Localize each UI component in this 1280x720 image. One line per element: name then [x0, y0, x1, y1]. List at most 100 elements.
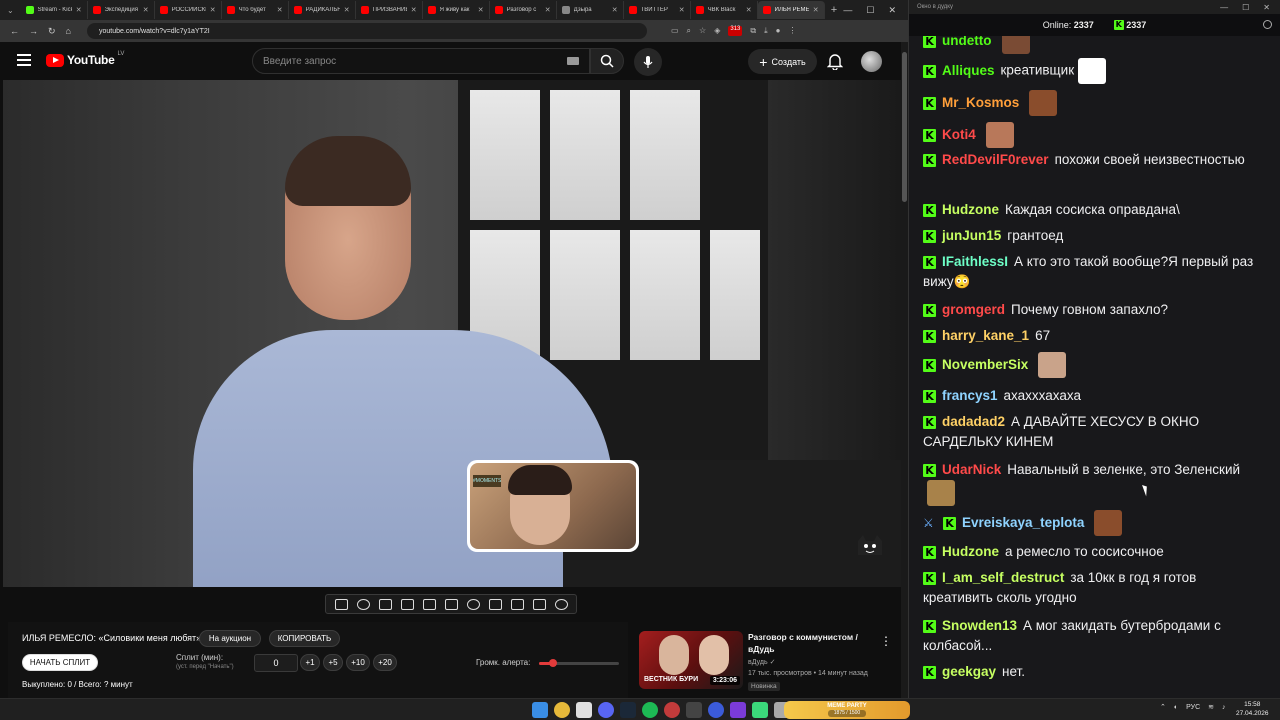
chrome-icon[interactable]: [554, 702, 570, 718]
slider-knob[interactable]: [549, 659, 558, 667]
menu-dots-icon[interactable]: ⋮: [788, 26, 796, 36]
maximize-icon[interactable]: ☐: [1242, 3, 1249, 12]
app-icon[interactable]: [730, 702, 746, 718]
create-button[interactable]: + Создать: [748, 49, 817, 74]
hamburger-menu-icon[interactable]: [17, 54, 31, 66]
tab-close-icon[interactable]: ✕: [76, 6, 82, 14]
recommended-video[interactable]: ВЕСТНИК БУРИ 3:23:06 Разговор с коммунис…: [639, 628, 895, 694]
app-icon[interactable]: [664, 702, 680, 718]
record-icon[interactable]: [378, 598, 392, 610]
notifications-bell-icon[interactable]: [827, 52, 843, 70]
tab-close-icon[interactable]: ✕: [143, 6, 149, 14]
chat-username[interactable]: NovemberSix: [942, 357, 1028, 372]
new-tab-button[interactable]: +: [825, 4, 844, 16]
chat-username[interactable]: Mr_Kosmos: [942, 95, 1019, 110]
loop-icon[interactable]: [334, 598, 348, 610]
alert-volume-slider[interactable]: [539, 659, 619, 667]
search-button[interactable]: [590, 48, 624, 74]
download-icon[interactable]: ⤓: [764, 26, 768, 36]
browser-tab[interactable]: ИЛЬЯ РЕМЕСЛО ✕: [757, 1, 825, 19]
account-avatar[interactable]: [861, 51, 882, 72]
tab-close-icon[interactable]: ✕: [478, 6, 484, 14]
chat-username[interactable]: harry_kane_1: [942, 328, 1029, 343]
chat-username[interactable]: IFaithlessI: [942, 254, 1008, 269]
browser-tab[interactable]: Stream - Kick ✕: [21, 1, 88, 19]
voice-search-button[interactable]: [634, 48, 662, 76]
browser-tab[interactable]: РАДИКАЛЬНЫЙ ✕: [289, 1, 356, 19]
browser-tab[interactable]: РОССИЙСКИЙ ✕: [155, 1, 222, 19]
on-auction-button[interactable]: На аукцион: [199, 630, 261, 647]
chat-username[interactable]: junJun15: [942, 228, 1001, 243]
meme-party-widget[interactable]: MEME PARTY 1875 / 1500: [784, 701, 910, 719]
extension-icon[interactable]: ◈: [714, 26, 720, 36]
chat-username[interactable]: dadadad2: [942, 414, 1005, 429]
close-icon[interactable]: ✕: [888, 5, 896, 16]
browser-tab[interactable]: Разговор с ✕: [490, 1, 557, 19]
chat-username[interactable]: geekgay: [942, 664, 996, 679]
tab-close-icon[interactable]: ✕: [277, 6, 283, 14]
browser-tab[interactable]: Я живу как ✕: [423, 1, 490, 19]
start-split-button[interactable]: НАЧАТЬ СПЛИТ: [22, 654, 98, 671]
chat-username[interactable]: francys1: [942, 388, 998, 403]
cast-icon[interactable]: ▭: [671, 26, 679, 36]
broadcast-icon[interactable]: [356, 598, 370, 610]
network-icon[interactable]: ◐: [1174, 704, 1178, 711]
speed-icon[interactable]: [466, 598, 480, 610]
browser-tab[interactable]: Что будет ✕: [222, 1, 289, 19]
puzzle-icon[interactable]: ⧉: [750, 26, 756, 36]
chat-username[interactable]: Evreiskaya_teplota: [962, 515, 1084, 530]
keyboard-icon[interactable]: [567, 57, 579, 65]
tab-close-icon[interactable]: ✕: [612, 6, 618, 14]
recommended-title[interactable]: Разговор с коммунистом / вДудь: [748, 631, 873, 655]
chat-username[interactable]: I_am_self_destruct: [942, 570, 1064, 585]
chat-settings-icon[interactable]: [1263, 20, 1272, 29]
steam-icon[interactable]: [620, 702, 636, 718]
resize-icon[interactable]: [488, 598, 502, 610]
minimize-icon[interactable]: —: [1220, 3, 1228, 12]
more-options-icon[interactable]: ⋮: [880, 634, 892, 648]
screenshot-icon[interactable]: [510, 598, 524, 610]
maximize-icon[interactable]: ☐: [866, 5, 874, 16]
url-field[interactable]: youtube.com/watch?v=dlc7y1aYT2I: [86, 23, 647, 39]
chat-username[interactable]: Koti4: [942, 127, 976, 142]
back-icon[interactable]: ←: [10, 26, 19, 36]
flask-icon[interactable]: [532, 598, 546, 610]
split-minutes-input[interactable]: 0: [254, 654, 298, 672]
chat-username[interactable]: undetto: [942, 36, 992, 48]
profile-icon[interactable]: ●: [776, 26, 781, 36]
forward-icon[interactable]: →: [29, 26, 38, 36]
extension-badge[interactable]: 313: [728, 26, 743, 36]
chat-username[interactable]: UdarNick: [942, 462, 1001, 477]
volume-icon[interactable]: ♪: [1222, 704, 1226, 711]
browser-tab[interactable]: Дзыра ✕: [557, 1, 624, 19]
browser-tab[interactable]: ТВИТТЕР ✕: [624, 1, 691, 19]
tab-close-icon[interactable]: ✕: [411, 6, 417, 14]
search-input[interactable]: Введите запрос: [252, 48, 590, 74]
language-indicator[interactable]: РУС: [1186, 704, 1200, 711]
youtube-logo[interactable]: YouTube LV: [46, 51, 124, 67]
chat-username[interactable]: Alliques: [942, 63, 995, 78]
discord-icon[interactable]: [598, 702, 614, 718]
chat-username[interactable]: Hudzone: [942, 544, 999, 559]
close-icon[interactable]: ✕: [1263, 3, 1270, 12]
minimize-icon[interactable]: —: [843, 5, 852, 16]
chat-username[interactable]: RedDevilF0rever: [942, 152, 1049, 167]
clock[interactable]: 15:58 27.04.2026: [1236, 700, 1269, 718]
tab-search-icon[interactable]: ⌄: [0, 0, 21, 20]
spotify-icon[interactable]: [642, 702, 658, 718]
chat-username[interactable]: gromgerd: [942, 302, 1005, 317]
add-10-button[interactable]: +10: [346, 654, 370, 671]
app-icon[interactable]: [752, 702, 768, 718]
tab-close-icon[interactable]: ✕: [813, 6, 819, 14]
home-icon[interactable]: ⌂: [66, 26, 71, 36]
add-20-button[interactable]: +20: [373, 654, 397, 671]
tray-chevron-icon[interactable]: ⌃: [1160, 703, 1166, 711]
video-thumbnail[interactable]: ВЕСТНИК БУРИ 3:23:06: [639, 631, 743, 689]
copy-button[interactable]: КОПИРОВАТЬ: [269, 630, 340, 647]
chat-username[interactable]: Snowden13: [942, 618, 1017, 633]
channel-name[interactable]: вДудь ✓: [748, 658, 775, 666]
wifi-icon[interactable]: ≋: [1208, 703, 1214, 711]
start-icon[interactable]: [532, 702, 548, 718]
page-scrollbar[interactable]: [901, 42, 908, 698]
video-player[interactable]: #MOMENTS: [3, 80, 901, 587]
